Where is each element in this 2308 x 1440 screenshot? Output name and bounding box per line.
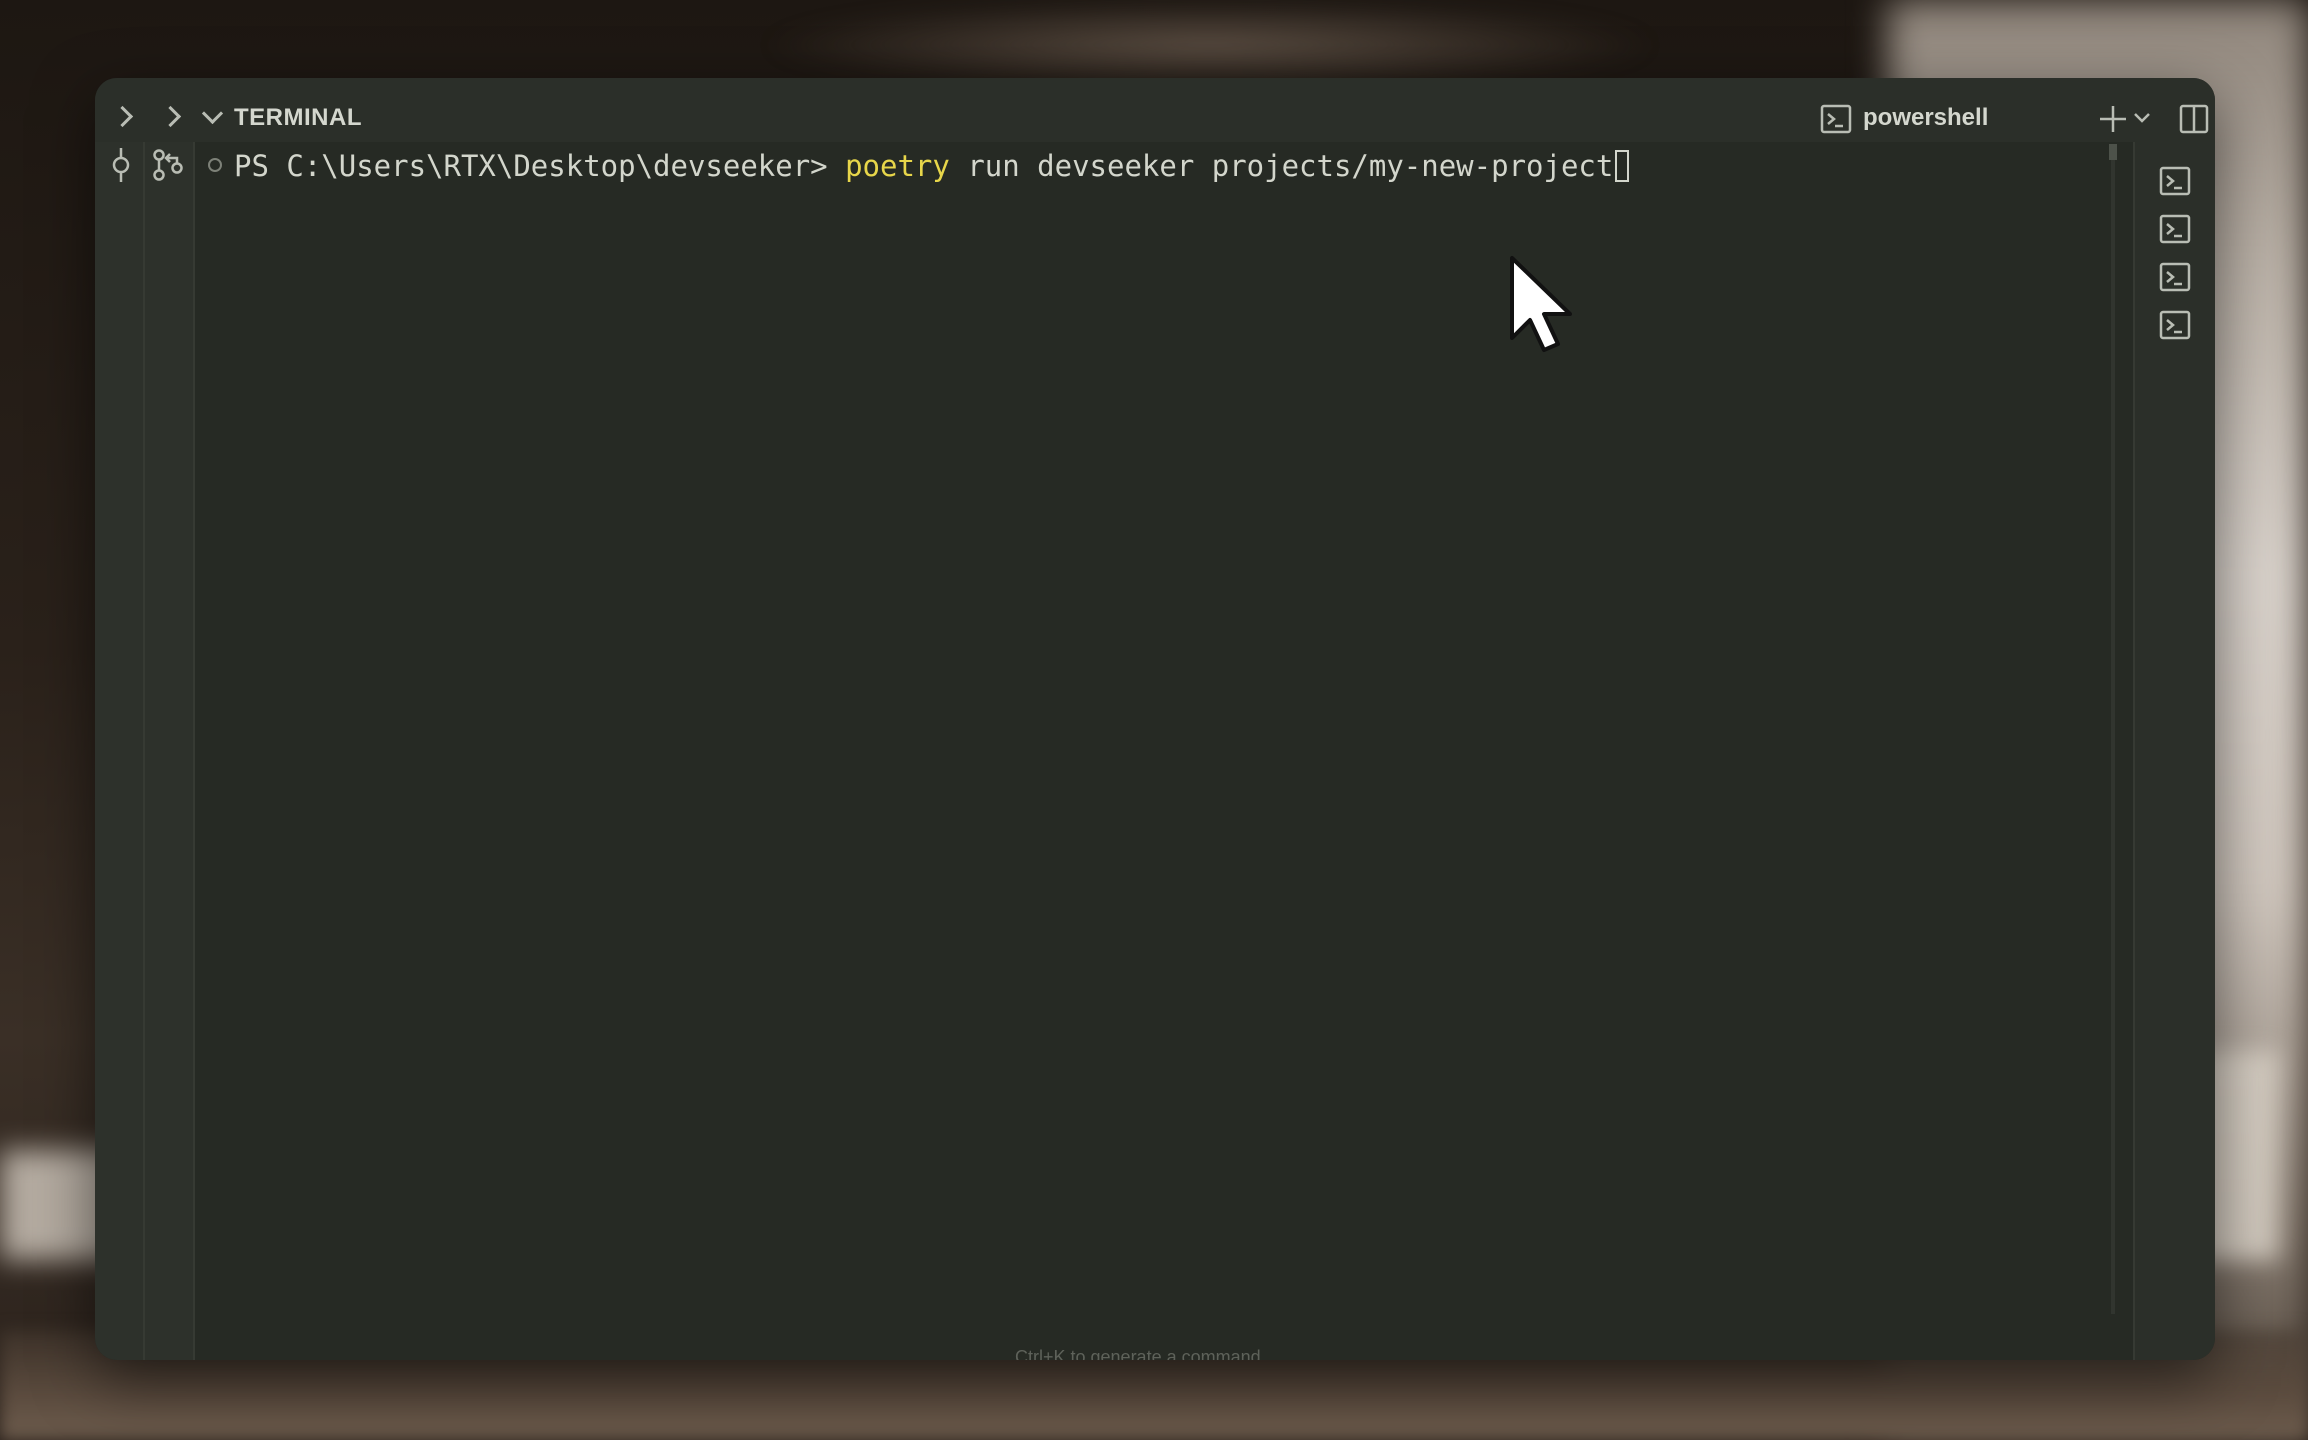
shell-selector[interactable]: powershell xyxy=(1863,104,1988,132)
chevron-down-icon[interactable] xyxy=(201,102,224,125)
terminal-command-line[interactable]: PS C:\Users\RTX\Desktop\devseeker> poetr… xyxy=(234,146,1630,186)
terminal-icon xyxy=(1820,104,1852,134)
chevron-right-icon[interactable] xyxy=(159,105,182,128)
panel-title: TERMINAL xyxy=(234,104,362,131)
command-status-dot xyxy=(208,158,222,172)
git-compare-icon[interactable] xyxy=(151,148,185,182)
command-keyword: poetry xyxy=(845,149,950,183)
scrollbar-thumb[interactable] xyxy=(2109,144,2117,160)
terminal-scrollbar[interactable] xyxy=(2111,144,2115,1314)
command-arguments: run devseeker projects/my-new-project xyxy=(949,149,1614,183)
terminal-cursor xyxy=(1615,150,1630,182)
terminal-icon[interactable] xyxy=(2159,166,2191,196)
chevron-down-icon[interactable] xyxy=(2133,112,2151,124)
background-blur-top xyxy=(760,0,1660,90)
terminal-tabs-rail xyxy=(2133,142,2215,1360)
terminal-hint: Ctrl+K to generate a command xyxy=(1015,1347,1261,1360)
split-icon[interactable] xyxy=(2179,104,2209,134)
panel-header: TERMINAL powershell xyxy=(95,78,2215,142)
git-commit-icon[interactable] xyxy=(109,148,133,182)
chevron-right-icon[interactable] xyxy=(111,105,134,128)
mouse-cursor-icon xyxy=(1510,256,1572,352)
terminal-prompt: PS C:\Users\RTX\Desktop\devseeker> xyxy=(234,149,846,183)
terminal-icon[interactable] xyxy=(2159,262,2191,292)
terminal-icon[interactable] xyxy=(2159,214,2191,244)
terminal-icon[interactable] xyxy=(2159,310,2191,340)
rail-divider xyxy=(143,142,145,1360)
terminal-panel: TERMINAL powershell PS C:\Users\RTX\Desk… xyxy=(95,78,2215,1360)
plus-icon[interactable] xyxy=(2098,104,2128,134)
left-rail xyxy=(95,142,195,1360)
